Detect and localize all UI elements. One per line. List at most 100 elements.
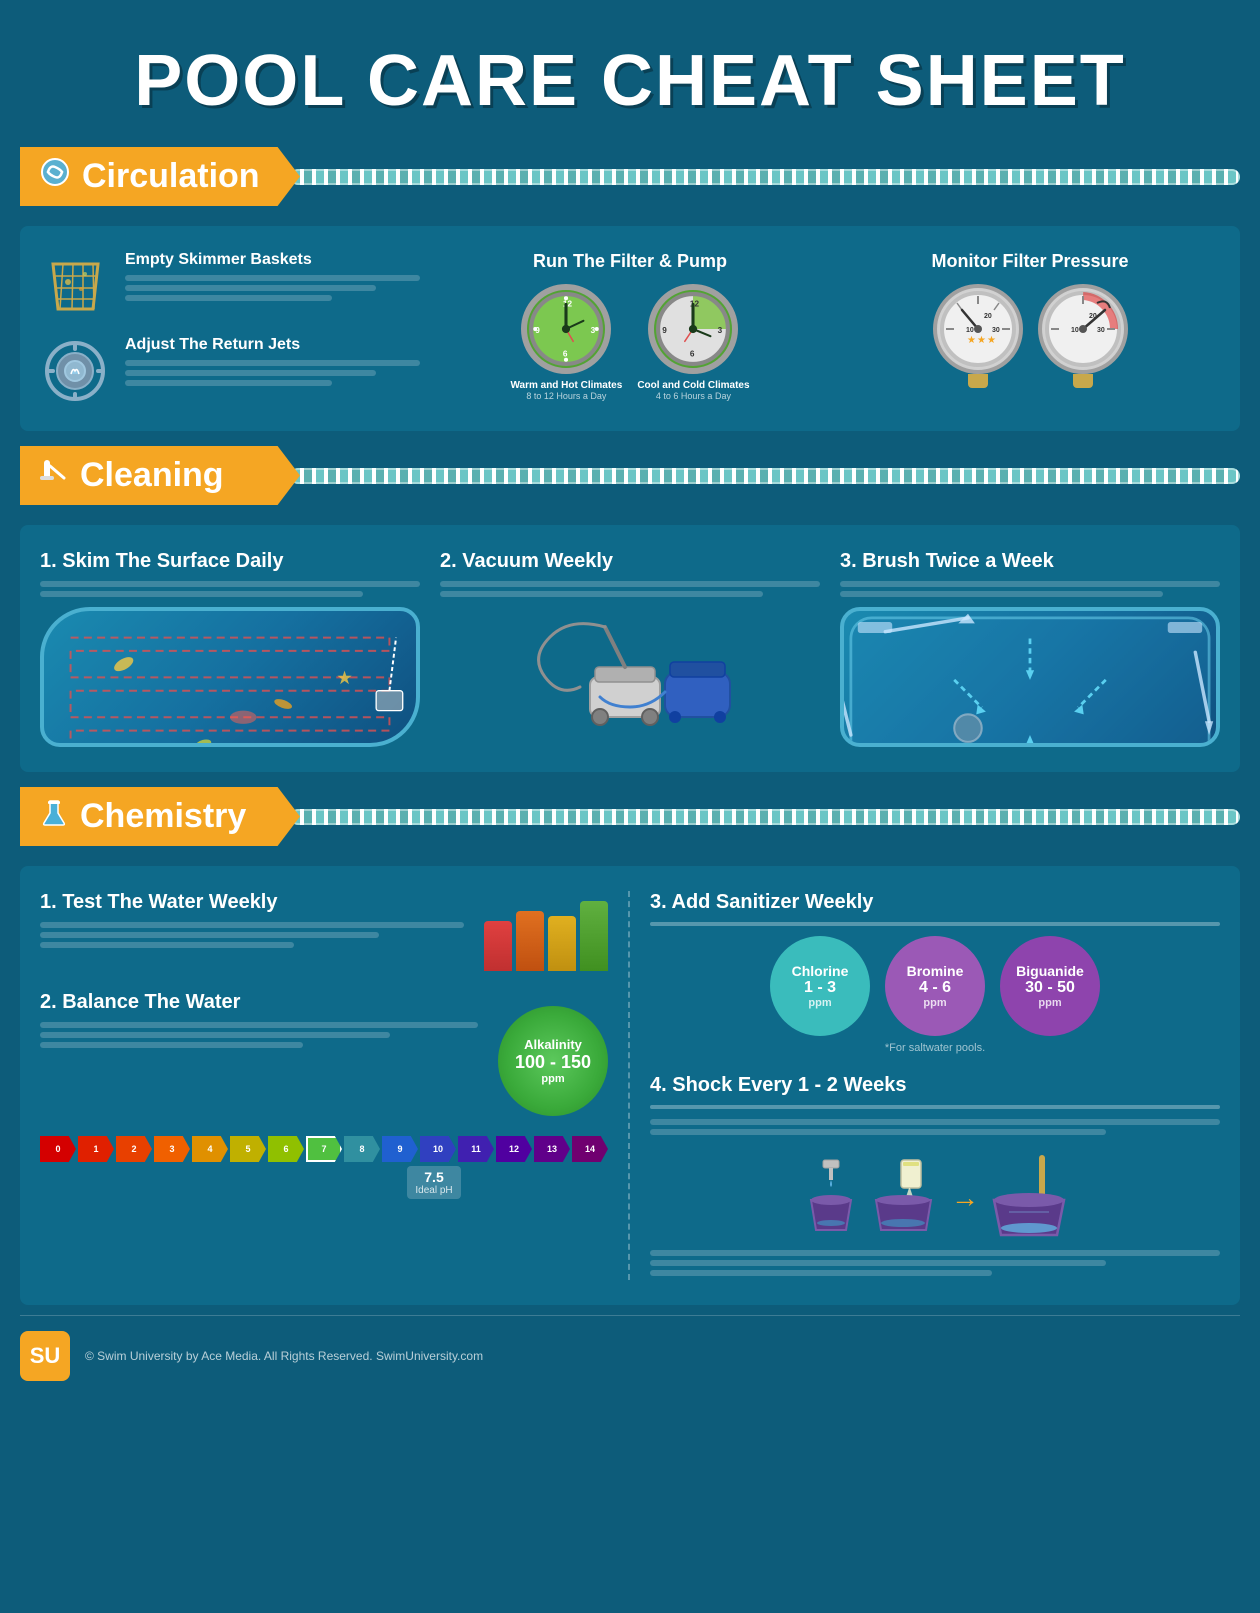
jets-line-2	[125, 370, 376, 376]
svg-text:★: ★	[987, 335, 996, 346]
su-logo: SU	[20, 1331, 70, 1381]
sanitizer-chlorine: Chlorine 1 - 3 ppm	[770, 936, 870, 1036]
sanitizer-biguanide: Biguanide 30 - 50 ppm	[1000, 936, 1100, 1036]
jets-text: Adjust The Return Jets	[125, 336, 420, 390]
ph-2: 2	[116, 1136, 152, 1162]
circulation-label: Circulation	[20, 147, 300, 206]
svg-text:★: ★	[977, 335, 986, 346]
svg-text:12: 12	[690, 299, 700, 308]
clocks-row: 12 3 6 9	[440, 284, 820, 401]
shock-row: →	[650, 1150, 1220, 1245]
ph-scale-container: 0 1 2 3 4 5 6 7 8 9 10 11 12	[40, 1136, 608, 1199]
clock-warm: 12 3 6 9	[510, 284, 622, 401]
ph-7: 7	[306, 1136, 342, 1162]
footer-text: © Swim University by Ace Media. All Righ…	[85, 1349, 483, 1363]
chemistry-icon	[40, 797, 68, 836]
alk-title: Alkalinity	[524, 1037, 582, 1052]
skimmer-item: Empty Skimmer Baskets	[40, 251, 420, 321]
san-value-2: 30 - 50	[1025, 979, 1075, 997]
test-water-title: 1. Test The Water Weekly	[40, 891, 464, 914]
ph-sublabel: Ideal pH	[415, 1185, 452, 1196]
rope-divider-2	[290, 461, 1240, 491]
gauge-base-1	[968, 374, 988, 388]
cleaning-icon	[40, 456, 68, 495]
svg-text:30: 30	[992, 327, 1000, 334]
sanitizer-row: Chlorine 1 - 3 ppm Bromine 4 - 6 ppm Big…	[650, 936, 1220, 1036]
cleaning-grid: 1. Skim The Surface Daily ★ ★	[40, 550, 1220, 747]
sanitizer-section: 3. Add Sanitizer Weekly Chlorine 1 - 3 p…	[650, 891, 1220, 1054]
ph-4: 4	[192, 1136, 228, 1162]
test-kits	[484, 901, 608, 971]
san-unit-0: ppm	[808, 997, 831, 1009]
skim-title: 1. Skim The Surface Daily	[40, 550, 420, 573]
chemistry-text: Chemistry	[80, 797, 246, 836]
clock-cool: 12 3 6 9 Cool and Cold Climates	[637, 284, 749, 401]
ph-14: 14	[572, 1136, 608, 1162]
skimmer-icon-box	[40, 251, 110, 321]
page-title: POOL CARE CHEAT SHEET	[20, 20, 1240, 147]
balance-water-title: 2. Balance The Water	[40, 991, 478, 1014]
jets-line-1	[125, 360, 420, 366]
cleaning-label: Cleaning	[20, 446, 300, 505]
circulation-section: Empty Skimmer Baskets	[20, 226, 1240, 431]
shock-step-3	[989, 1150, 1069, 1245]
gauge-base-2	[1073, 374, 1093, 388]
ph-3: 3	[154, 1136, 190, 1162]
cleaning-text: Cleaning	[80, 456, 224, 495]
chemistry-grid: 1. Test The Water Weekly	[40, 891, 1220, 1280]
sanitizer-note: *For saltwater pools.	[650, 1042, 1220, 1054]
brush-title: 3. Brush Twice a Week	[840, 550, 1220, 573]
clock-warm-sub: 8 to 12 Hours a Day	[510, 391, 622, 401]
balance-water-text: 2. Balance The Water	[40, 991, 478, 1052]
cleaning-section: 1. Skim The Surface Daily ★ ★	[20, 525, 1240, 772]
gauge-high: 10 20 30	[1038, 284, 1128, 388]
chemistry-right: 3. Add Sanitizer Weekly Chlorine 1 - 3 p…	[630, 891, 1220, 1280]
clock-face-cool: 12 3 6 9	[648, 284, 738, 374]
jets-icon-box	[40, 336, 110, 406]
circulation-left-col: Empty Skimmer Baskets	[40, 251, 420, 406]
ph-12: 12	[496, 1136, 532, 1162]
chemistry-section: 1. Test The Water Weekly	[20, 866, 1240, 1305]
san-name-0: Chlorine	[792, 963, 849, 979]
gauge-face-high: 10 20 30	[1038, 284, 1128, 374]
svg-text:9: 9	[536, 326, 541, 335]
alkalinity-circle: Alkalinity 100 - 150 ppm	[498, 1006, 608, 1116]
page-wrapper: POOL CARE CHEAT SHEET Circulation	[20, 0, 1240, 1411]
circ-line-2	[125, 285, 376, 291]
brush-col: 3. Brush Twice a Week	[840, 550, 1220, 747]
rope-divider-3	[290, 802, 1240, 832]
san-value-1: 4 - 6	[919, 979, 951, 997]
ph-value: 7.5	[415, 1169, 452, 1185]
san-unit-1: ppm	[923, 997, 946, 1009]
gauge-face-low: ★ ★ ★ 10 20 30	[933, 284, 1023, 374]
skim-pool-diagram: ★ ★	[40, 607, 420, 747]
svg-text:20: 20	[984, 313, 992, 320]
rope-line-2	[290, 468, 1240, 484]
gauges-row: ★ ★ ★ 10 20 30	[840, 284, 1220, 388]
sanitizer-bromine: Bromine 4 - 6 ppm	[885, 936, 985, 1036]
pressure-title: Monitor Filter Pressure	[840, 251, 1220, 272]
svg-text:10: 10	[1071, 327, 1079, 334]
ph-8: 8	[344, 1136, 380, 1162]
shock-section: 4. Shock Every 1 - 2 Weeks	[650, 1074, 1220, 1276]
vacuum-area	[440, 607, 820, 747]
clock-cool-label: Cool and Cold Climates	[637, 380, 749, 391]
san-unit-2: ppm	[1038, 997, 1061, 1009]
ph-13: 13	[534, 1136, 570, 1162]
sanitizer-title: 3. Add Sanitizer Weekly	[650, 891, 1220, 914]
ph-5: 5	[230, 1136, 266, 1162]
clock-cool-sub: 4 to 6 Hours a Day	[637, 391, 749, 401]
rope-line-3	[290, 809, 1240, 825]
chemistry-banner: Chemistry	[20, 787, 1240, 846]
alk-value: 100 - 150	[515, 1052, 591, 1073]
circulation-grid: Empty Skimmer Baskets	[40, 251, 1220, 406]
svg-text:10: 10	[966, 327, 974, 334]
ph-0: 0	[40, 1136, 76, 1162]
svg-text:12: 12	[563, 299, 573, 308]
logo-text: SU	[30, 1343, 61, 1369]
circulation-text: Circulation	[82, 157, 260, 196]
ph-1: 1	[78, 1136, 114, 1162]
balance-water-row: 2. Balance The Water Alkalinity 100 - 15…	[40, 991, 608, 1116]
rope-line	[290, 169, 1240, 185]
clock-warm-label: Warm and Hot Climates	[510, 380, 622, 391]
